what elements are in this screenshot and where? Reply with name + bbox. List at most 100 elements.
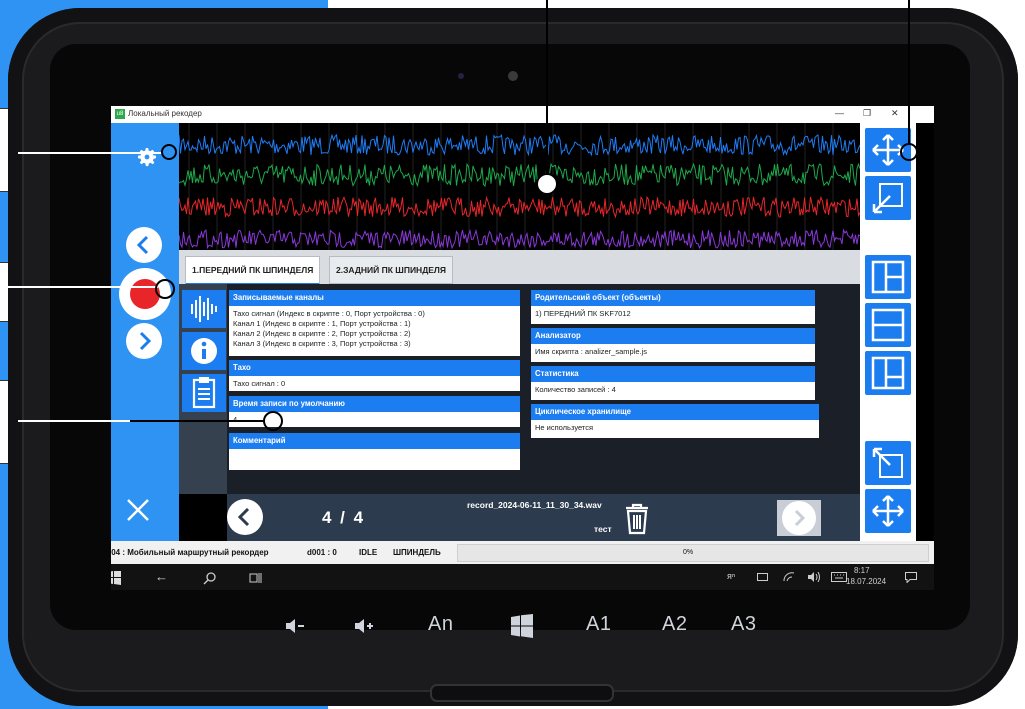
layout-rows-button[interactable] (865, 303, 911, 347)
next-page-circle (782, 501, 816, 535)
right-toolbar (860, 123, 916, 541)
marker-move (900, 143, 918, 161)
tab-rear-spindle[interactable]: 2.ЗАДНИЙ ПК ШПИНДЕЛЯ (329, 256, 453, 284)
channel-status: d001 : 0 (307, 548, 337, 557)
close-window-button[interactable]: ✕ (891, 108, 899, 119)
card-value: Тахо сигнал : 0 (233, 379, 286, 388)
next-record-button[interactable] (126, 323, 162, 359)
previous-record-button[interactable] (126, 227, 162, 263)
resize-icon (872, 183, 903, 214)
layout-split-icon (871, 260, 905, 294)
delete-record-button[interactable] (616, 500, 658, 538)
volume-icon[interactable] (807, 572, 821, 582)
card-header: Родительский объект (объекты) (531, 290, 815, 306)
channel-line: Тахо сигнал (Индекс в скрипте : 0, Порт … (233, 309, 425, 318)
clock-date[interactable]: 18.07.2024 (846, 577, 886, 586)
chevron-right-icon (794, 509, 806, 527)
waveform-trace (178, 133, 861, 157)
card-analyzer: Анализатор Имя скрипта : analizer_sample… (531, 328, 815, 362)
card-header: Тахо (229, 360, 520, 376)
minimize-button[interactable]: — (835, 108, 844, 118)
expand-button[interactable] (865, 441, 911, 485)
previous-page-button[interactable] (227, 499, 263, 535)
info-icon (191, 338, 217, 364)
callout-line-settings (18, 152, 163, 154)
report-tool-button[interactable] (182, 374, 226, 412)
tab-front-spindle[interactable]: 1.ПЕРЕДНИЙ ПК ШПИНДЕЛЯ (185, 256, 321, 286)
hw-button-a2[interactable]: A2 (662, 613, 687, 636)
page-counter: 4 / 4 (322, 508, 364, 527)
window-titlebar: u8 Локальный рекодер — ❐ ✕ (111, 106, 934, 123)
pan-arrows-icon (872, 495, 904, 527)
status-bar: D104 : Мобильный маршрутный рекордер d00… (111, 541, 934, 564)
chevron-right-icon (139, 331, 152, 351)
waveform-chart (178, 123, 861, 250)
maximize-button[interactable]: ❐ (863, 108, 871, 119)
windows-taskbar: ← яⁿ 8:17 18.07.2024 (111, 564, 934, 590)
card-header: Анализатор (531, 328, 815, 344)
card-statistics: Статистика Количество записей : 4 (531, 366, 815, 400)
comment-value[interactable] (229, 449, 520, 455)
keyboard-icon[interactable] (831, 572, 847, 582)
app-logo: u8 (115, 109, 125, 119)
search-icon[interactable] (203, 571, 217, 585)
side-tools (179, 284, 227, 494)
hw-button-an[interactable]: An (428, 613, 453, 636)
close-icon[interactable] (123, 495, 153, 525)
info-tool-button[interactable] (182, 332, 226, 370)
people-icon[interactable]: яⁿ (727, 571, 735, 581)
channel-line: Канал 3 (Индекс в скрипте : 3, Порт устр… (233, 339, 411, 348)
wifi-icon[interactable] (783, 572, 795, 582)
camera-sensor (458, 73, 464, 79)
progress-bar: 0% (457, 544, 929, 562)
marker-settings (161, 144, 177, 160)
left-toolbar (111, 123, 179, 541)
layout-grid-button[interactable] (865, 351, 911, 395)
callout-line-record-time-b (130, 420, 265, 422)
card-header: Время записи по умолчанию (229, 396, 520, 412)
docking-port (430, 684, 614, 702)
back-arrow-icon[interactable]: ← (155, 569, 168, 584)
windows-hw-icon[interactable] (510, 614, 534, 638)
callout-line-record (0, 286, 158, 288)
battery-icon[interactable] (757, 573, 769, 581)
clock-time[interactable]: 8:17 (854, 566, 870, 575)
card-cyclic-storage: Циклическое хранилище Не используется (531, 404, 819, 438)
card-comment: Комментарий (229, 433, 520, 470)
card-value: 1) ПЕРЕДНИЙ ПК SKF7012 (535, 309, 631, 318)
gear-icon[interactable] (135, 145, 159, 169)
notification-icon[interactable] (905, 572, 917, 583)
hw-button-a1[interactable]: A1 (586, 613, 611, 636)
camera-lens (508, 71, 518, 81)
layout-grid-icon (871, 356, 905, 390)
hw-button-a3[interactable]: A3 (731, 613, 756, 636)
record-file-name: record_2024-06-11_11_30_34.wav (467, 500, 602, 510)
waveform-tool-button[interactable] (182, 290, 226, 328)
card-value: Количество записей : 4 (535, 385, 616, 394)
pan-button[interactable] (865, 489, 911, 533)
callout-line-waveform (546, 0, 548, 175)
layout-split-button[interactable] (865, 255, 911, 299)
card-parent-object: Родительский объект (объекты) 1) ПЕРЕДНИ… (531, 290, 815, 324)
waveform-trace (178, 228, 861, 250)
channel-line: Канал 2 (Индекс в скрипте : 2, Порт устр… (233, 329, 411, 338)
volume-up-icon[interactable] (353, 617, 375, 635)
card-tacho: Тахо Тахо сигнал : 0 (229, 360, 520, 391)
volume-down-icon[interactable] (284, 617, 306, 635)
device-name: D104 : Мобильный маршрутный рекордер (111, 548, 269, 557)
card-header: Циклическое хранилище (531, 404, 819, 420)
windows-start-icon[interactable] (111, 571, 121, 585)
waveform-display (178, 123, 861, 250)
marker-record (155, 279, 175, 299)
next-page-button[interactable] (777, 500, 821, 536)
resize-view-button[interactable] (865, 176, 911, 220)
tab-bar: 1.ПЕРЕДНИЙ ПК ШПИНДЕЛЯ 2.ЗАДНИЙ ПК ШПИНД… (179, 250, 860, 286)
record-comment-text: тест (594, 524, 612, 534)
chevron-left-icon (136, 235, 149, 255)
task-view-icon[interactable] (249, 571, 263, 585)
callout-line-move (908, 0, 910, 145)
tablet-screen: u8 Локальный рекодер — ❐ ✕ 1.ПЕРЕДНИЙ ПК… (111, 106, 934, 590)
card-value: Не используется (535, 423, 594, 432)
clipboard-icon (192, 377, 216, 409)
card-header: Статистика (531, 366, 815, 382)
